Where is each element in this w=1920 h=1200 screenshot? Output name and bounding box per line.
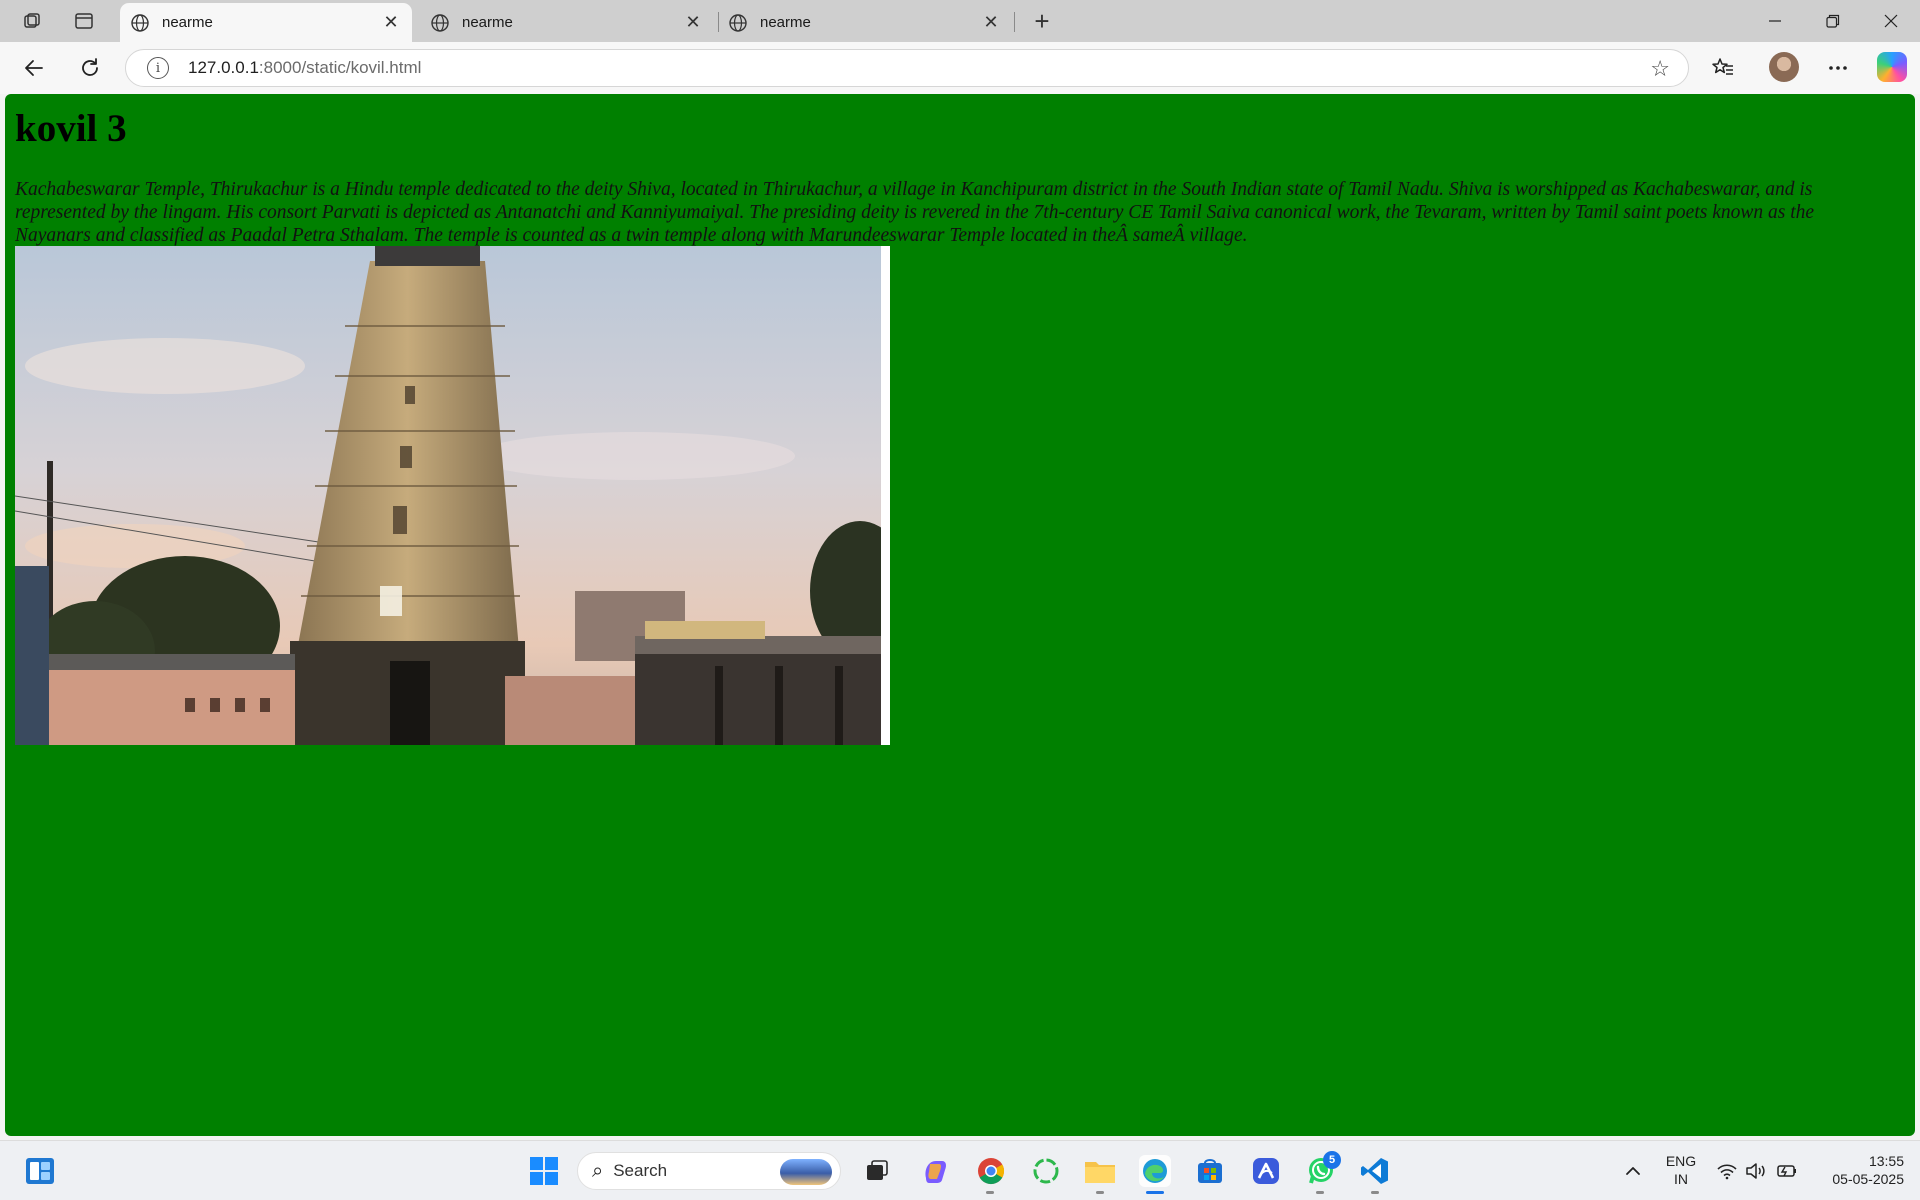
notification-badge: 5: [1323, 1151, 1341, 1169]
wifi-icon[interactable]: [1711, 1155, 1743, 1187]
globe-icon: [728, 13, 748, 33]
address-bar[interactable]: i 127.0.0.1:8000/static/kovil.html ☆: [125, 49, 1689, 87]
widgets-icon[interactable]: [24, 1155, 56, 1187]
back-arrow-icon[interactable]: [16, 50, 52, 86]
browser-toolbar: i 127.0.0.1:8000/static/kovil.html ☆: [0, 42, 1920, 94]
temple-image-icon: [15, 246, 881, 745]
refresh-icon[interactable]: [72, 50, 108, 86]
copilot-icon[interactable]: [1877, 52, 1907, 82]
region-code: IN: [1674, 1171, 1688, 1187]
language-indicator[interactable]: ENG IN: [1660, 1152, 1702, 1188]
file-explorer-icon[interactable]: [1084, 1155, 1116, 1187]
microsoft-store-icon[interactable]: [1194, 1155, 1226, 1187]
more-options-icon[interactable]: [1820, 50, 1856, 86]
profile-avatar[interactable]: [1769, 52, 1799, 82]
page-heading: kovil 3: [15, 107, 127, 150]
tab-title: nearme: [162, 14, 213, 31]
temple-photo: [15, 246, 890, 745]
chrome-icon[interactable]: [975, 1155, 1007, 1187]
language-code: ENG: [1665, 1153, 1697, 1169]
workspaces-icon[interactable]: [14, 6, 50, 36]
running-indicator: [1316, 1191, 1324, 1194]
favorites-icon[interactable]: [1705, 50, 1741, 86]
url-text[interactable]: 127.0.0.1:8000/static/kovil.html: [188, 58, 421, 78]
arc-app-icon[interactable]: [1250, 1155, 1282, 1187]
tab-title: nearme: [760, 14, 811, 31]
minimize-icon[interactable]: [1746, 0, 1804, 42]
tab-title: nearme: [462, 14, 513, 31]
page-viewport: kovil 3 Kachabeswarar Temple, Thirukachu…: [5, 94, 1915, 1136]
globe-icon: [430, 13, 450, 33]
search-highlight-image: [780, 1159, 832, 1185]
clock[interactable]: 13:55 05-05-2025: [1808, 1152, 1904, 1188]
site-info-icon[interactable]: i: [147, 57, 169, 79]
restore-icon[interactable]: [1804, 0, 1862, 42]
edge-icon[interactable]: [1139, 1155, 1171, 1187]
search-label: Search: [613, 1161, 668, 1180]
search-icon: ⌕: [592, 1159, 604, 1182]
url-path: :8000/static/kovil.html: [258, 58, 422, 77]
new-tab-button[interactable]: +: [1024, 6, 1060, 36]
chevron-up-icon[interactable]: [1617, 1155, 1649, 1187]
tab-1[interactable]: nearme ✕: [120, 3, 412, 42]
task-view-icon[interactable]: [861, 1155, 893, 1187]
globe-icon: [130, 13, 150, 33]
battery-icon[interactable]: [1770, 1155, 1802, 1187]
tab-strip: nearme ✕ nearme ✕ nearme ✕ +: [0, 0, 1920, 42]
running-indicator: [986, 1191, 994, 1194]
copilot-app-icon[interactable]: [919, 1155, 951, 1187]
clock-time: 13:55: [1868, 1153, 1904, 1169]
taskbar-search[interactable]: ⌕ Search: [577, 1152, 841, 1190]
volume-icon[interactable]: [1740, 1155, 1772, 1187]
tab-2[interactable]: nearme ✕: [420, 3, 714, 42]
page-description: Kachabeswarar Temple, Thirukachur is a H…: [15, 179, 1815, 246]
close-icon[interactable]: ✕: [980, 12, 1002, 34]
tab-3[interactable]: nearme ✕: [718, 3, 1012, 42]
close-icon[interactable]: ✕: [380, 12, 402, 34]
refresh-app-icon[interactable]: [1030, 1155, 1062, 1187]
clock-date: 05-05-2025: [1832, 1171, 1904, 1187]
favorite-star-icon[interactable]: ☆: [1650, 56, 1670, 82]
vertical-tabs-icon[interactable]: [66, 6, 102, 36]
tab-divider: [1014, 12, 1015, 32]
taskbar: ⌕ Search 5 ENG IN 13:55 05-05-2025: [0, 1140, 1920, 1200]
close-window-icon[interactable]: [1862, 0, 1920, 42]
url-host: 127.0.0.1: [188, 58, 259, 77]
running-indicator: [1096, 1191, 1104, 1194]
vscode-icon[interactable]: [1359, 1155, 1391, 1187]
running-indicator: [1371, 1191, 1379, 1194]
active-indicator: [1146, 1191, 1164, 1194]
close-icon[interactable]: ✕: [682, 12, 704, 34]
windows-start-icon[interactable]: [528, 1155, 560, 1187]
